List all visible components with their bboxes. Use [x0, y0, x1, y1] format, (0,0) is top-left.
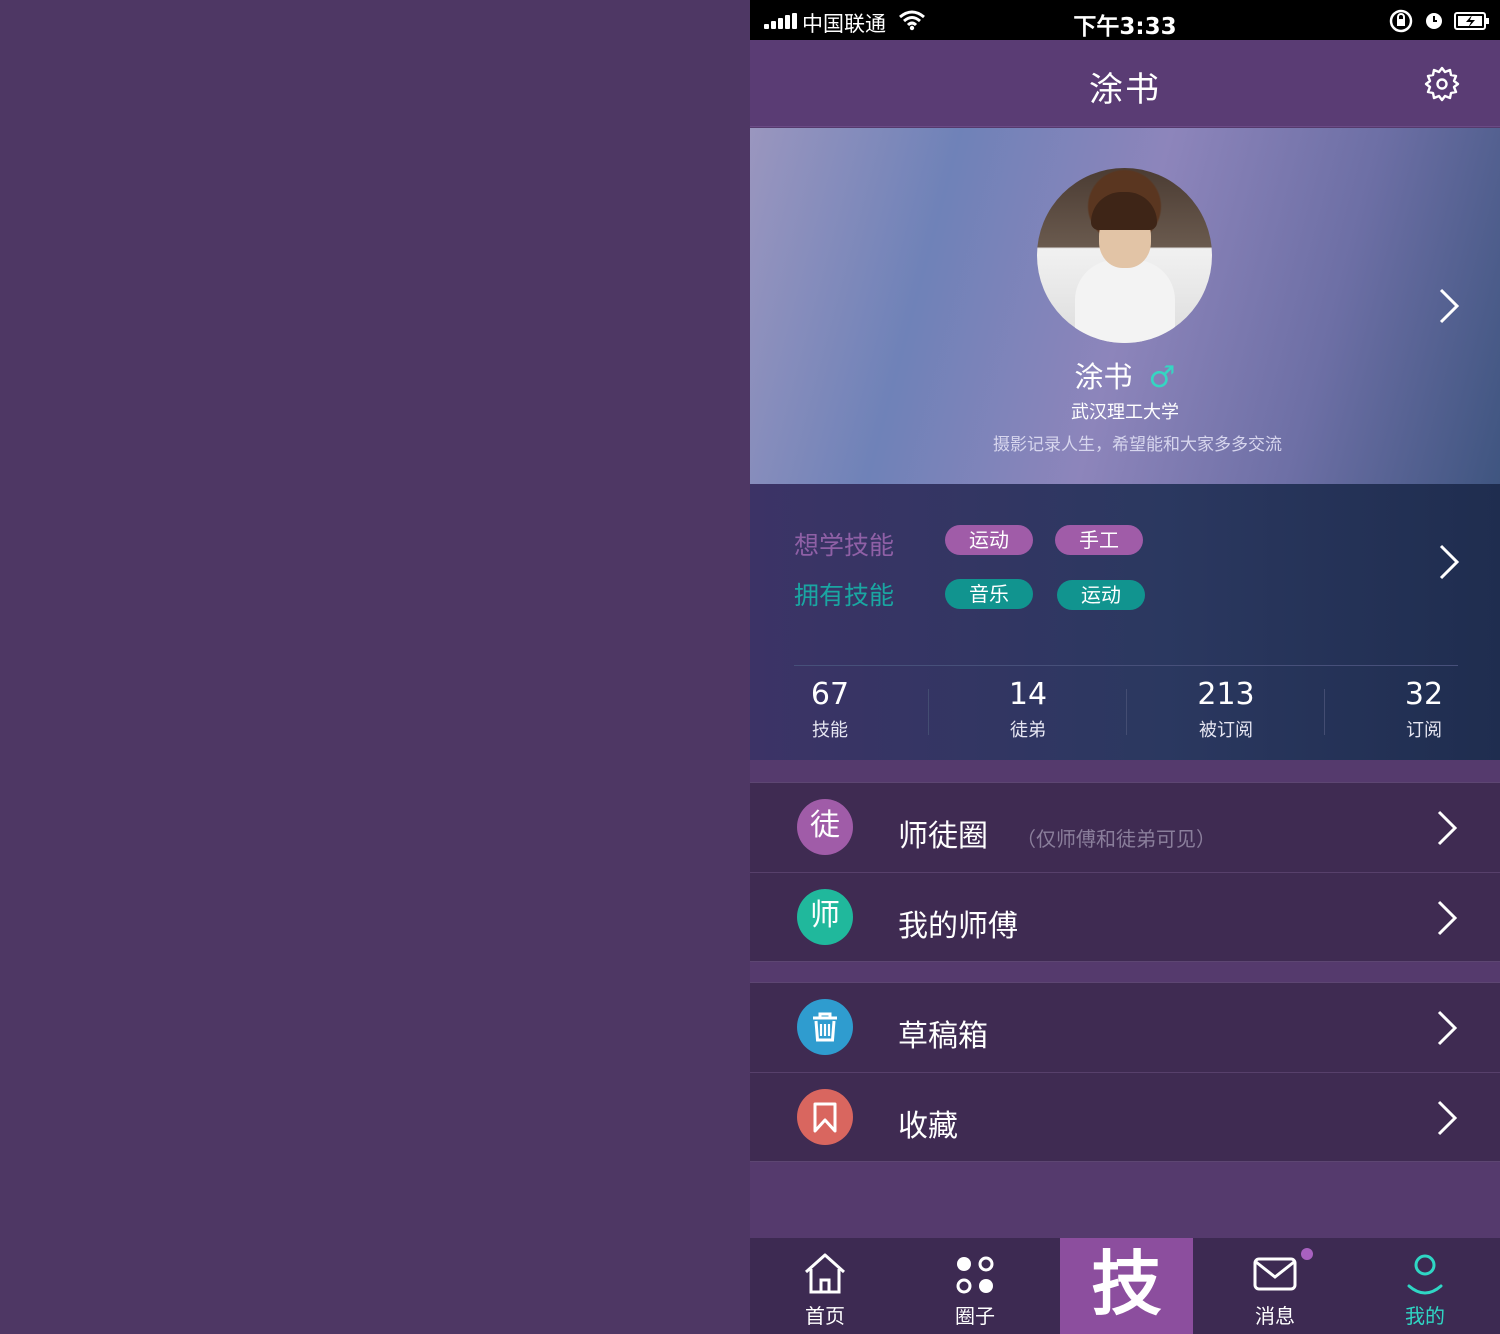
want-skills-label: 想学技能	[794, 531, 895, 560]
menu-label: 师徒圈	[898, 819, 988, 854]
skill-icon: 技	[1091, 1243, 1162, 1325]
want-skill-tag[interactable]: 运动	[945, 525, 1033, 555]
gear-icon[interactable]	[1424, 66, 1460, 102]
stat-label: 订阅	[1406, 720, 1442, 741]
chevron-right-icon[interactable]	[1438, 288, 1460, 324]
tab-label: 消息	[1255, 1304, 1295, 1328]
menu-note: （仅师傅和徒弟可见）	[1016, 827, 1216, 851]
chevron-right-icon	[1437, 1100, 1458, 1136]
stat-value: 213	[1197, 677, 1255, 712]
profile-school: 武汉理工大学	[1071, 402, 1179, 423]
profile-bio: 摄影记录人生，希望能和大家多多交流	[993, 435, 1282, 455]
left-background	[0, 0, 750, 1334]
tab-label: 圈子	[955, 1304, 995, 1328]
stat-value: 14	[1008, 677, 1048, 712]
user-icon	[1407, 1254, 1443, 1295]
bookmark-icon	[797, 1089, 853, 1145]
stat-skills[interactable]: 67 技能	[760, 677, 900, 742]
menu-item-favorites[interactable]: 收藏	[750, 1072, 1500, 1161]
stat-apprentices[interactable]: 14 徒弟	[958, 677, 1098, 742]
apprentice-badge-icon: 徒	[797, 799, 853, 855]
menu-group-master: 徒 师徒圈 （仅师傅和徒弟可见） 师 我的师傅	[750, 782, 1500, 962]
stat-label: 技能	[812, 720, 848, 741]
tab-bar: 首页 圈子 技 消息 我的	[750, 1238, 1500, 1334]
stat-subscriptions[interactable]: 32 订阅	[1354, 677, 1494, 742]
home-icon	[804, 1253, 846, 1294]
battery-icon	[1454, 12, 1489, 30]
alarm-icon	[1426, 13, 1442, 29]
trash-icon	[797, 999, 853, 1055]
profile-name: 涂书	[1074, 360, 1133, 394]
male-icon: ♂	[1148, 360, 1176, 395]
chevron-right-icon	[1437, 900, 1458, 936]
tab-circles[interactable]: 圈子	[900, 1238, 1050, 1334]
stat-label: 被订阅	[1199, 720, 1253, 741]
divider	[1324, 689, 1325, 735]
have-skill-tag[interactable]: 音乐	[945, 579, 1033, 609]
menu-label: 草稿箱	[898, 1019, 988, 1054]
divider	[928, 689, 929, 735]
tab-home[interactable]: 首页	[750, 1238, 900, 1334]
skills-panel: 想学技能 运动 手工 拥有技能 音乐 运动 67 技能 14 徒弟 213 被订…	[750, 484, 1500, 760]
status-icons	[1388, 8, 1490, 34]
status-bar: 中国联通 下午3:33	[750, 0, 1500, 40]
divider	[794, 665, 1458, 666]
tab-label: 我的	[1405, 1304, 1445, 1328]
chevron-right-icon	[1437, 1010, 1458, 1046]
circles-icon	[956, 1256, 994, 1294]
master-badge-icon: 师	[797, 889, 853, 945]
tab-messages[interactable]: 消息	[1200, 1238, 1350, 1334]
chevron-right-icon[interactable]	[1438, 544, 1460, 580]
stat-label: 徒弟	[1010, 720, 1046, 741]
page-title: 涂书	[1089, 70, 1161, 110]
have-skills-label: 拥有技能	[794, 581, 895, 610]
mail-icon	[1253, 1257, 1297, 1291]
chevron-right-icon	[1437, 810, 1458, 846]
profile-name-row: 涂书 ♂	[750, 354, 1500, 396]
menu-label: 我的师傅	[898, 909, 1018, 944]
phone-screen: 中国联通 下午3:33 涂书 涂书 ♂ 武汉理工大学 摄影记录人生，希望能和大家…	[750, 0, 1500, 1334]
menu-item-drafts[interactable]: 草稿箱	[750, 983, 1500, 1072]
divider	[1126, 689, 1127, 735]
stat-subscribed-by[interactable]: 213 被订阅	[1156, 677, 1296, 742]
tab-label: 首页	[805, 1304, 845, 1328]
menu-group-content: 草稿箱 收藏	[750, 982, 1500, 1162]
have-skill-tag[interactable]: 运动	[1057, 580, 1145, 610]
menu-label: 收藏	[898, 1109, 958, 1144]
stat-value: 67	[810, 677, 850, 712]
avatar[interactable]	[1037, 168, 1212, 343]
want-skill-tag[interactable]: 手工	[1055, 525, 1143, 555]
profile-header[interactable]: 涂书 ♂ 武汉理工大学 摄影记录人生，希望能和大家多多交流	[750, 128, 1500, 484]
tab-skill-center[interactable]: 技	[1060, 1238, 1193, 1334]
notification-dot	[1301, 1248, 1313, 1260]
nav-bar: 涂书	[750, 40, 1500, 127]
tab-mine[interactable]: 我的	[1350, 1238, 1500, 1334]
menu-item-my-master[interactable]: 师 我的师傅	[750, 872, 1500, 961]
rotation-lock-icon	[1389, 9, 1413, 33]
menu-item-master-circle[interactable]: 徒 师徒圈 （仅师傅和徒弟可见）	[750, 783, 1500, 872]
stat-value: 32	[1404, 677, 1444, 712]
